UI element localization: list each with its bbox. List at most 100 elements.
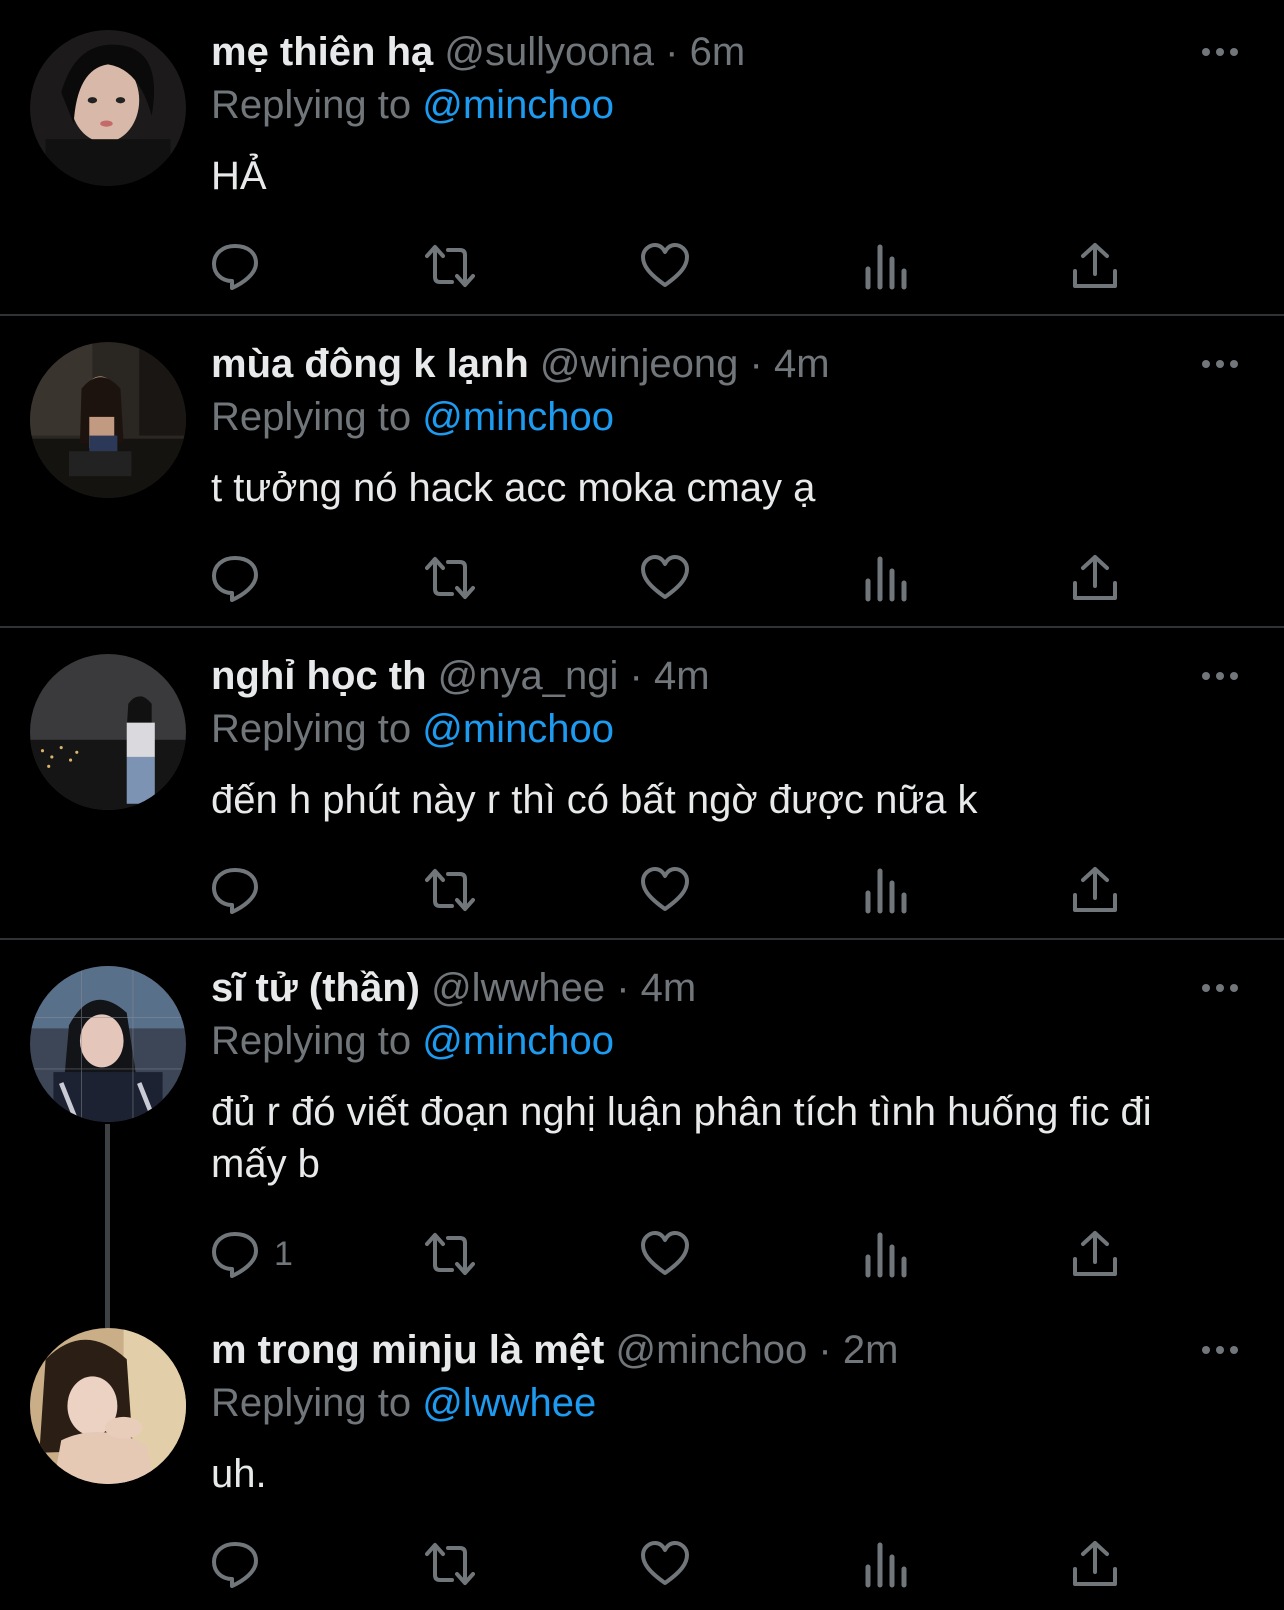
timestamp[interactable]: 2m (843, 1328, 899, 1372)
more-icon[interactable] (1200, 980, 1240, 996)
views-icon (860, 241, 910, 291)
retweet-button[interactable] (425, 1226, 475, 1282)
retweet-button[interactable] (425, 550, 475, 606)
avatar-image (30, 30, 186, 186)
replying-label: Replying to (211, 1019, 412, 1063)
more-icon[interactable] (1200, 1342, 1240, 1358)
tweet-text: HẢ (211, 154, 267, 198)
retweet-icon (425, 1539, 475, 1589)
share-button[interactable] (1070, 862, 1120, 918)
views-icon (860, 1539, 910, 1589)
tweet-header: nghỉ học th @nya_ngi · 4m (211, 652, 710, 700)
reply-icon (210, 1539, 260, 1589)
retweet-button[interactable] (425, 238, 475, 294)
reply-button[interactable] (210, 238, 274, 294)
retweet-button[interactable] (425, 862, 475, 918)
like-icon (640, 1539, 690, 1589)
timestamp[interactable]: 6m (690, 30, 746, 74)
tweet-text: t tưởng nó hack acc moka cmay ạ (211, 466, 816, 510)
avatar[interactable] (30, 1328, 186, 1484)
replying-mention[interactable]: @minchoo (422, 83, 614, 127)
like-button[interactable] (640, 1536, 690, 1592)
handle[interactable]: @sullyoona (444, 30, 654, 74)
dot-separator: · (749, 342, 763, 386)
replying-to: Replying to @lwwhee (211, 1378, 596, 1428)
divider (0, 938, 1284, 940)
dot-separator: · (665, 30, 679, 74)
avatar[interactable] (30, 30, 186, 186)
like-button[interactable] (640, 238, 690, 294)
like-button[interactable] (640, 862, 690, 918)
more-icon[interactable] (1200, 668, 1240, 684)
more-icon[interactable] (1200, 44, 1240, 60)
avatar[interactable] (30, 342, 186, 498)
action-bar (0, 550, 1284, 606)
tweet-header: m trong minju là mệt @minchoo · 2m (211, 1326, 898, 1374)
handle[interactable]: @minchoo (615, 1328, 807, 1372)
views-button[interactable] (860, 238, 910, 294)
handle[interactable]: @winjeong (540, 342, 739, 386)
tweet-text: đến h phút này r thì có bất ngờ được nữa… (211, 778, 978, 822)
reply-button[interactable]: 1 (210, 1226, 293, 1282)
like-icon (640, 1229, 690, 1279)
timestamp[interactable]: 4m (641, 966, 697, 1010)
like-button[interactable] (640, 550, 690, 606)
replying-mention[interactable]: @minchoo (422, 1019, 614, 1063)
timestamp[interactable]: 4m (774, 342, 830, 386)
like-icon (640, 553, 690, 603)
action-bar (0, 238, 1284, 294)
share-icon (1070, 241, 1120, 291)
retweet-icon (425, 1229, 475, 1279)
views-button[interactable] (860, 550, 910, 606)
more-icon[interactable] (1200, 356, 1240, 372)
share-icon (1070, 865, 1120, 915)
display-name[interactable]: nghỉ học th (211, 654, 427, 698)
tweet-text: đủ r đó viết đoạn nghị luận phân tích tì… (211, 1090, 1152, 1186)
display-name[interactable]: sĩ tử (thần) (211, 966, 420, 1010)
reply-button[interactable] (210, 862, 274, 918)
tweet-text: uh. (211, 1452, 267, 1496)
avatar[interactable] (30, 654, 186, 810)
handle[interactable]: @lwwhee (431, 966, 605, 1010)
action-bar: 1 (0, 1226, 1284, 1282)
share-button[interactable] (1070, 1226, 1120, 1282)
reply-button[interactable] (210, 550, 274, 606)
reply-count: 1 (274, 1234, 293, 1273)
replying-to: Replying to @minchoo (211, 80, 614, 130)
display-name[interactable]: m trong minju là mệt (211, 1328, 604, 1372)
retweet-icon (425, 553, 475, 603)
share-button[interactable] (1070, 1536, 1120, 1592)
views-button[interactable] (860, 862, 910, 918)
like-button[interactable] (640, 1226, 690, 1282)
replying-label: Replying to (211, 1381, 412, 1425)
retweet-icon (425, 865, 475, 915)
views-icon (860, 865, 910, 915)
display-name[interactable]: mẹ thiên hạ (211, 30, 433, 74)
replying-mention[interactable]: @lwwhee (422, 1381, 596, 1425)
dot-separator: · (616, 966, 630, 1010)
avatar-image (30, 966, 186, 1122)
share-button[interactable] (1070, 238, 1120, 294)
timestamp[interactable]: 4m (654, 654, 710, 698)
share-button[interactable] (1070, 550, 1120, 606)
views-button[interactable] (860, 1226, 910, 1282)
retweet-button[interactable] (425, 1536, 475, 1592)
reply-button[interactable] (210, 1536, 274, 1592)
avatar-image (30, 1328, 186, 1484)
dot-separator: · (818, 1328, 832, 1372)
replying-mention[interactable]: @minchoo (422, 395, 614, 439)
reply-icon (210, 1229, 260, 1279)
views-button[interactable] (860, 1536, 910, 1592)
avatar-image (30, 654, 186, 810)
tweet-header: sĩ tử (thần) @lwwhee · 4m (211, 964, 696, 1012)
views-icon (860, 553, 910, 603)
divider (0, 314, 1284, 316)
tweet-header: mùa đông k lạnh @winjeong · 4m (211, 340, 830, 388)
avatar[interactable] (30, 966, 186, 1122)
replying-to: Replying to @minchoo (211, 392, 614, 442)
share-icon (1070, 1229, 1120, 1279)
display-name[interactable]: mùa đông k lạnh (211, 342, 529, 386)
handle[interactable]: @nya_ngi (438, 654, 619, 698)
replying-mention[interactable]: @minchoo (422, 707, 614, 751)
reply-icon (210, 865, 260, 915)
